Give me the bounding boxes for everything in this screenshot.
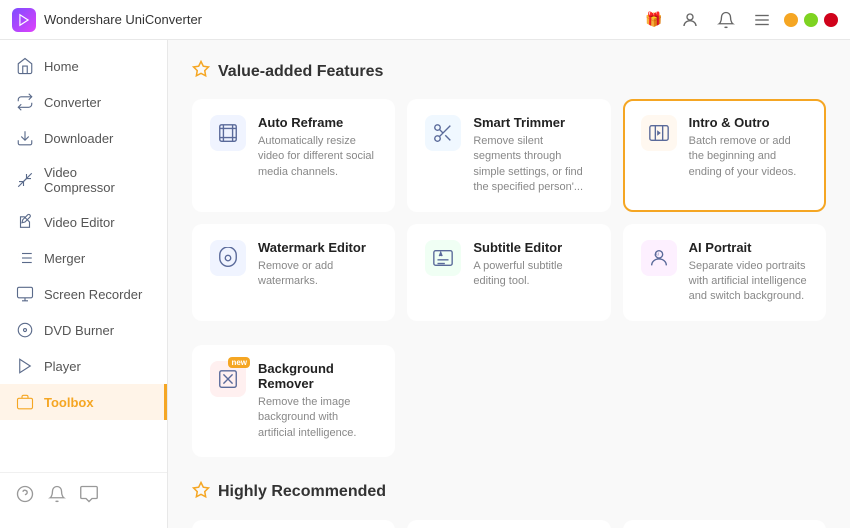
merge-icon	[16, 249, 34, 267]
record-icon	[16, 285, 34, 303]
sidebar-item-home[interactable]: Home	[0, 48, 167, 84]
sidebar-label-dvd-burner: DVD Burner	[44, 323, 114, 338]
bg-remove-desc: Remove the image background with artific…	[258, 395, 377, 441]
sidebar-item-dvd-burner[interactable]: DVD Burner	[0, 312, 167, 348]
watermark-title: Watermark Editor	[258, 240, 377, 255]
sidebar-item-toolbox[interactable]: Toolbox	[0, 384, 167, 420]
auto-reframe-title: Auto Reframe	[258, 115, 377, 130]
subtitle-title: Subtitle Editor	[473, 240, 592, 255]
edit-icon	[16, 213, 34, 231]
bg-remove-icon: new	[210, 361, 246, 397]
sidebar-label-toolbox: Toolbox	[44, 395, 94, 410]
section-heading-value: Value-added Features	[218, 63, 383, 81]
feature-card-auto-reframe[interactable]: Auto Reframe Automatically resize video …	[192, 99, 395, 212]
gift-icon[interactable]: 🎁	[640, 6, 668, 34]
sidebar-label-video-compressor: Video Compressor	[44, 165, 151, 195]
sidebar-item-video-compressor[interactable]: Video Compressor	[0, 156, 167, 204]
titlebar-left: Wondershare UniConverter	[12, 8, 202, 32]
background-remover-row: new Background Remover Remove the image …	[192, 345, 826, 457]
feature-card-background-remover[interactable]: new Background Remover Remove the image …	[192, 345, 395, 457]
user-icon[interactable]	[676, 6, 704, 34]
toolbox-icon	[16, 393, 34, 411]
new-badge: new	[228, 357, 250, 368]
sidebar-bottom	[0, 472, 167, 520]
intro-outro-info: Intro & Outro Batch remove or add the be…	[689, 115, 808, 180]
sidebar-label-home: Home	[44, 59, 79, 74]
app-logo	[12, 8, 36, 32]
sidebar-item-merger[interactable]: Merger	[0, 240, 167, 276]
ai-portrait-icon: AI	[641, 240, 677, 276]
section-icon-value	[192, 60, 210, 83]
sidebar: Home Converter Downloader Video Compress…	[0, 40, 168, 528]
window-controls: — □ ✕	[784, 13, 838, 27]
watermark-icon	[210, 240, 246, 276]
titlebar-right: 🎁 — □ ✕	[640, 6, 838, 34]
auto-reframe-icon	[210, 115, 246, 151]
sidebar-item-converter[interactable]: Converter	[0, 84, 167, 120]
minimize-button[interactable]: —	[784, 13, 798, 27]
auto-reframe-desc: Automatically resize video for different…	[258, 134, 377, 180]
feature-card-smart-trimmer[interactable]: Smart Trimmer Remove silent segments thr…	[407, 99, 610, 212]
close-button[interactable]: ✕	[824, 13, 838, 27]
dvd-icon	[16, 321, 34, 339]
smart-trimmer-title: Smart Trimmer	[473, 115, 592, 130]
sidebar-label-merger: Merger	[44, 251, 85, 266]
recommended-grid: Image Converter Convert images to other …	[192, 520, 826, 528]
smart-trimmer-icon	[425, 115, 461, 151]
bg-remove-info: Background Remover Remove the image back…	[258, 361, 377, 441]
section-title-value-added: Value-added Features	[192, 60, 826, 83]
sidebar-label-screen-recorder: Screen Recorder	[44, 287, 142, 302]
smart-trimmer-info: Smart Trimmer Remove silent segments thr…	[473, 115, 592, 196]
ai-portrait-desc: Separate video portraits with artificial…	[689, 259, 808, 305]
feature-card-gif-maker[interactable]: GIF GIF Maker Make GIF from videos or pi…	[407, 520, 610, 528]
feature-card-subtitle-editor[interactable]: Subtitle Editor A powerful subtitle edit…	[407, 224, 610, 321]
smart-trimmer-desc: Remove silent segments through simple se…	[473, 134, 592, 196]
section-icon-recommended	[192, 481, 210, 504]
help-icon[interactable]	[16, 485, 34, 508]
ai-portrait-title: AI Portrait	[689, 240, 808, 255]
app-name: Wondershare UniConverter	[44, 12, 202, 27]
sidebar-item-video-editor[interactable]: Video Editor	[0, 204, 167, 240]
section-title-recommended: Highly Recommended	[192, 481, 826, 504]
downloader-icon	[16, 129, 34, 147]
content-area: Value-added Features Auto Reframe Automa…	[168, 40, 850, 528]
sidebar-item-downloader[interactable]: Downloader	[0, 120, 167, 156]
feature-card-fix-media[interactable]: Fix Media Metadata Auto-fix and edit met…	[623, 520, 826, 528]
sidebar-item-screen-recorder[interactable]: Screen Recorder	[0, 276, 167, 312]
ai-portrait-info: AI Portrait Separate video portraits wit…	[689, 240, 808, 305]
sidebar-label-downloader: Downloader	[44, 131, 113, 146]
value-added-grid: Auto Reframe Automatically resize video …	[192, 99, 826, 321]
subtitle-icon	[425, 240, 461, 276]
feature-card-image-converter[interactable]: Image Converter Convert images to other …	[192, 520, 395, 528]
feedback-icon[interactable]	[80, 485, 98, 508]
menu-icon[interactable]	[748, 6, 776, 34]
converter-icon	[16, 93, 34, 111]
sidebar-label-player: Player	[44, 359, 81, 374]
sidebar-item-player[interactable]: Player	[0, 348, 167, 384]
notification-bell-icon[interactable]	[48, 485, 66, 508]
player-icon	[16, 357, 34, 375]
intro-outro-title: Intro & Outro	[689, 115, 808, 130]
intro-outro-desc: Batch remove or add the beginning and en…	[689, 134, 808, 180]
section-heading-recommended: Highly Recommended	[218, 483, 386, 501]
maximize-button[interactable]: □	[804, 13, 818, 27]
main-layout: Home Converter Downloader Video Compress…	[0, 40, 850, 528]
titlebar: Wondershare UniConverter 🎁 — □ ✕	[0, 0, 850, 40]
auto-reframe-info: Auto Reframe Automatically resize video …	[258, 115, 377, 180]
intro-outro-icon	[641, 115, 677, 151]
compress-icon	[16, 171, 34, 189]
bg-remove-title: Background Remover	[258, 361, 377, 391]
sidebar-label-converter: Converter	[44, 95, 101, 110]
sidebar-label-video-editor: Video Editor	[44, 215, 115, 230]
subtitle-info: Subtitle Editor A powerful subtitle edit…	[473, 240, 592, 290]
watermark-info: Watermark Editor Remove or add watermark…	[258, 240, 377, 290]
svg-text:AI: AI	[654, 251, 658, 256]
feature-card-intro-outro[interactable]: Intro & Outro Batch remove or add the be…	[623, 99, 826, 212]
watermark-desc: Remove or add watermarks.	[258, 259, 377, 290]
subtitle-desc: A powerful subtitle editing tool.	[473, 259, 592, 290]
bell-icon[interactable]	[712, 6, 740, 34]
home-icon	[16, 57, 34, 75]
feature-card-watermark-editor[interactable]: Watermark Editor Remove or add watermark…	[192, 224, 395, 321]
feature-card-ai-portrait[interactable]: AI AI Portrait Separate video portraits …	[623, 224, 826, 321]
